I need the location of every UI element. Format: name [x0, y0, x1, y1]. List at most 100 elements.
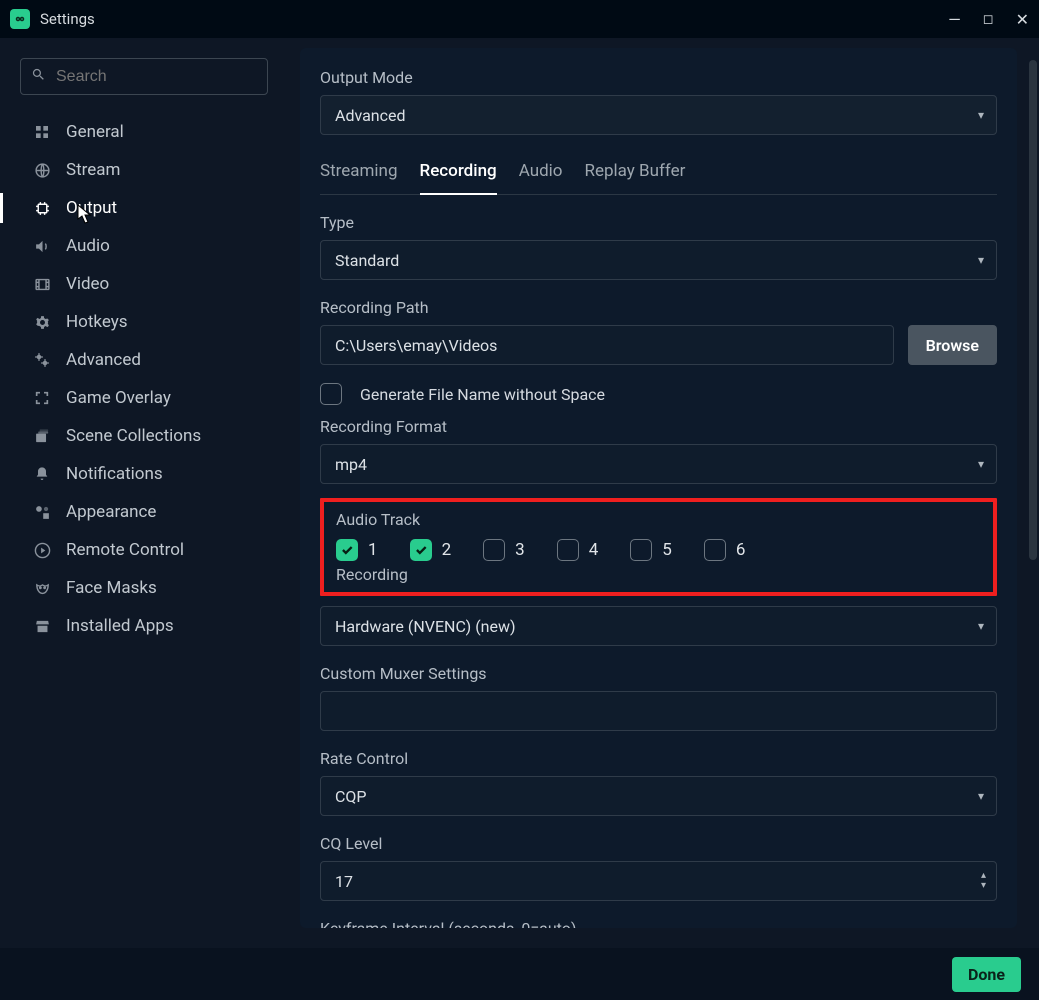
muxer-label: Custom Muxer Settings — [320, 664, 997, 683]
audio-track-3-checkbox[interactable] — [483, 539, 505, 561]
minimize-icon[interactable]: — — [948, 10, 961, 29]
rate-control-select[interactable]: CQP ▾ — [320, 776, 997, 816]
audio-track-1-label: 1 — [368, 540, 378, 560]
audio-track-1-checkbox[interactable] — [336, 539, 358, 561]
sidebar-item-advanced[interactable]: Advanced — [20, 341, 280, 379]
recording-path-input[interactable]: C:\Users\emay\Videos — [320, 325, 894, 365]
sidebar-item-label: Notifications — [66, 464, 163, 484]
chevron-down-icon: ▾ — [978, 253, 984, 267]
audio-track-2-label: 2 — [442, 540, 452, 560]
recording-format-select[interactable]: mp4 ▾ — [320, 444, 997, 484]
chevron-down-icon: ▾ — [978, 108, 984, 122]
audio-track-6-checkbox[interactable] — [704, 539, 726, 561]
sidebar-item-label: Hotkeys — [66, 312, 128, 332]
sidebar-item-hotkeys[interactable]: Hotkeys — [20, 303, 280, 341]
audio-track-5-label: 5 — [662, 540, 672, 560]
tab-replay-buffer[interactable]: Replay Buffer — [585, 161, 686, 194]
done-button-label: Done — [968, 965, 1005, 984]
sidebar-item-output[interactable]: Output — [20, 189, 280, 227]
cq-level-value: 17 — [335, 872, 353, 891]
audio-track-2: 2 — [410, 539, 452, 561]
gear-icon — [32, 314, 52, 331]
film-icon — [32, 276, 52, 293]
collections-icon — [32, 428, 52, 445]
sidebar-item-label: Advanced — [66, 350, 141, 370]
maximize-icon[interactable]: ◻ — [983, 12, 994, 27]
store-icon — [32, 618, 52, 635]
sidebar: General Stream Output Audio Video Hotkeys Adva… — [0, 38, 290, 948]
sidebar-item-stream[interactable]: Stream — [20, 151, 280, 189]
scrollbar-thumb[interactable] — [1029, 60, 1037, 560]
audio-track-3-label: 3 — [515, 540, 525, 560]
sidebar-item-remote-control[interactable]: Remote Control — [20, 531, 280, 569]
tab-recording[interactable]: Recording — [420, 161, 497, 195]
generate-filename-checkbox[interactable] — [320, 383, 342, 405]
sidebar-item-scene-collections[interactable]: Scene Collections — [20, 417, 280, 455]
type-select[interactable]: Standard ▾ — [320, 240, 997, 280]
browse-button-label: Browse — [926, 336, 979, 355]
output-mode-label: Output Mode — [320, 68, 997, 87]
sidebar-item-label: Game Overlay — [66, 388, 171, 408]
recording-path-value: C:\Users\emay\Videos — [335, 336, 497, 355]
globe-icon — [32, 162, 52, 179]
sidebar-item-label: Remote Control — [66, 540, 184, 560]
sidebar-item-notifications[interactable]: Notifications — [20, 455, 280, 493]
audio-track-1: 1 — [336, 539, 378, 561]
tab-audio[interactable]: Audio — [519, 161, 563, 194]
audio-track-6-label: 6 — [736, 540, 746, 560]
recording-path-label: Recording Path — [320, 298, 997, 317]
muxer-input[interactable] — [320, 691, 997, 731]
window-title: Settings — [40, 10, 95, 28]
audio-track-2-checkbox[interactable] — [410, 539, 432, 561]
close-icon[interactable]: ✕ — [1016, 10, 1029, 29]
search-input[interactable] — [56, 68, 263, 86]
chevron-down-icon: ▾ — [978, 789, 984, 803]
sidebar-item-label: Video — [66, 274, 109, 294]
sidebar-item-label: General — [66, 122, 124, 142]
audio-track-4: 4 — [557, 539, 599, 561]
sidebar-item-label: Output — [66, 198, 117, 218]
audio-track-5-checkbox[interactable] — [630, 539, 652, 561]
volume-icon — [32, 238, 52, 255]
bell-icon — [32, 466, 52, 482]
expand-icon — [32, 390, 52, 406]
search-icon — [31, 67, 46, 86]
sidebar-item-installed-apps[interactable]: Installed Apps — [20, 607, 280, 645]
sidebar-item-face-masks[interactable]: Face Masks — [20, 569, 280, 607]
recording-format-value: mp4 — [335, 455, 367, 474]
sidebar-item-label: Audio — [66, 236, 110, 256]
stepper-arrows-icon[interactable]: ▴▾ — [981, 872, 986, 890]
sidebar-item-label: Appearance — [66, 502, 156, 522]
encoder-value: Hardware (NVENC) (new) — [335, 617, 516, 636]
browse-button[interactable]: Browse — [908, 325, 997, 365]
sidebar-item-appearance[interactable]: Appearance — [20, 493, 280, 531]
audio-track-4-label: 4 — [589, 540, 599, 560]
sidebar-item-game-overlay[interactable]: Game Overlay — [20, 379, 280, 417]
recording-sub-label: Recording — [336, 565, 981, 584]
done-button[interactable]: Done — [952, 957, 1021, 992]
sidebar-item-video[interactable]: Video — [20, 265, 280, 303]
sidebar-item-general[interactable]: General — [20, 113, 280, 151]
output-mode-value: Advanced — [335, 106, 406, 125]
footer: Done — [0, 948, 1039, 1000]
type-value: Standard — [335, 251, 399, 270]
chevron-down-icon: ▾ — [978, 457, 984, 471]
output-tabs: Streaming Recording Audio Replay Buffer — [320, 161, 997, 195]
audio-track-4-checkbox[interactable] — [557, 539, 579, 561]
cq-level-label: CQ Level — [320, 834, 997, 853]
rate-control-label: Rate Control — [320, 749, 997, 768]
grid-icon — [32, 124, 52, 140]
output-mode-select[interactable]: Advanced ▾ — [320, 95, 997, 135]
titlebar: Settings — ◻ ✕ — [0, 0, 1039, 38]
search-input-wrap[interactable] — [20, 58, 268, 95]
tab-streaming[interactable]: Streaming — [320, 161, 398, 194]
generate-filename-label: Generate File Name without Space — [360, 385, 605, 404]
chip-icon — [32, 200, 52, 217]
sidebar-item-audio[interactable]: Audio — [20, 227, 280, 265]
recording-format-label: Recording Format — [320, 417, 997, 436]
sidebar-item-label: Face Masks — [66, 578, 157, 598]
chevron-down-icon: ▾ — [978, 619, 984, 633]
sidebar-item-label: Scene Collections — [66, 426, 201, 446]
encoder-select[interactable]: Hardware (NVENC) (new) ▾ — [320, 606, 997, 646]
cq-level-input[interactable]: 17 ▴▾ — [320, 861, 997, 901]
